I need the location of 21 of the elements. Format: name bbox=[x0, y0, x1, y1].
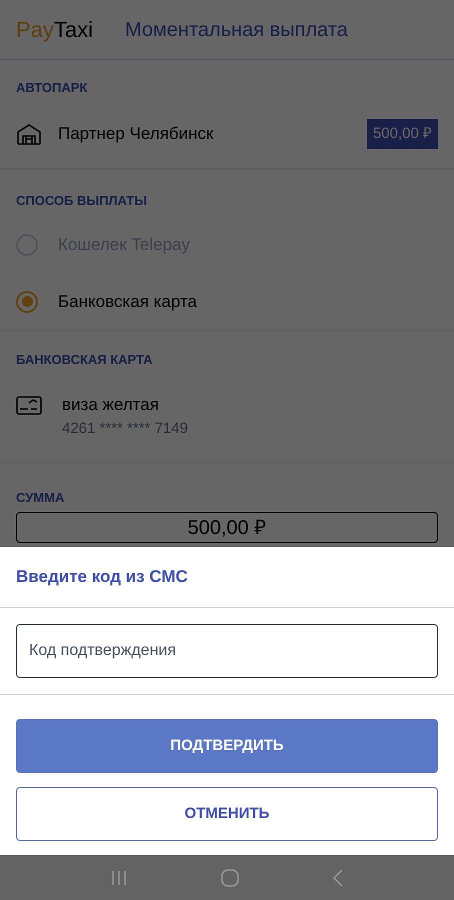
back-icon[interactable] bbox=[332, 868, 344, 886]
building-icon bbox=[16, 123, 42, 145]
dialog-title: Введите код из СМС bbox=[16, 566, 188, 588]
section-label: БАНКОВСКАЯ КАРТА bbox=[15, 350, 154, 369]
radio-option[interactable]: Банковская карта bbox=[0, 273, 454, 330]
section-label: АВТОПАРК bbox=[15, 79, 88, 98]
card-name: виза желтая bbox=[62, 394, 160, 416]
app-logo: PayTaxi bbox=[16, 16, 94, 44]
balance-badge: 500,00 ₽ bbox=[366, 118, 438, 150]
recent-apps-icon[interactable] bbox=[110, 870, 128, 886]
section-label: СУММА bbox=[15, 488, 66, 507]
credit-card-icon bbox=[16, 396, 42, 416]
cancel-button[interactable]: ОТМЕНИТЬ bbox=[16, 787, 438, 841]
confirm-button[interactable]: ПОДТВЕРДИТЬ bbox=[16, 719, 438, 773]
card-number: 4261 **** **** 7149 bbox=[62, 418, 188, 438]
code-input-field[interactable]: Код подтверждения bbox=[16, 624, 438, 678]
amount-field[interactable]: 500,00 ₽ bbox=[16, 512, 438, 543]
home-icon[interactable] bbox=[220, 868, 240, 888]
fleet-name: Партнер Челябинск bbox=[58, 123, 214, 146]
page-title: Моментальная выплата bbox=[125, 18, 348, 42]
section-label: СПОСОБ ВЫПЛАТЫ bbox=[15, 192, 148, 210]
